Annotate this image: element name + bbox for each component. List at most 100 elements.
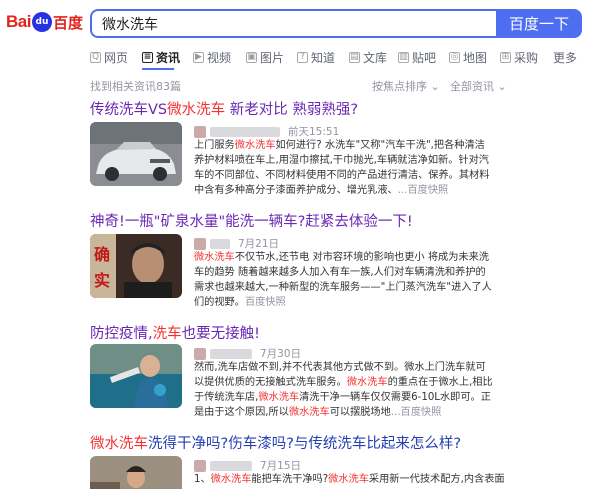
result-source: 7月15日 [194, 458, 301, 473]
tab-map[interactable]: ◎ 地图 [449, 47, 487, 67]
desc-text: 可以摆脱场地 [329, 407, 391, 418]
desc-highlight: 微水洗车 [210, 474, 252, 485]
result-item: 防控疫情,洗车也要无接触! 7月30日 然而,洗车店做不到,并不代表其他方式做不… [90, 322, 590, 418]
result-thumbnail[interactable] [90, 456, 182, 489]
result-thumbnail[interactable] [90, 122, 182, 186]
result-item: 微水洗车洗得干净吗?伤车漆吗?与传统洗车比起来怎么样? 7月15日 1、微水洗车… [90, 432, 590, 489]
tab-label: 知道 [311, 50, 336, 65]
source-name-blurred [210, 348, 252, 359]
svg-text:确: 确 [94, 245, 110, 264]
result-time: 7月21日 [238, 238, 280, 250]
tab-wenku[interactable]: ▤ 文库 [349, 47, 387, 67]
tab-label: 地图 [463, 50, 488, 65]
tab-video[interactable]: ▶ 视频 [193, 47, 231, 67]
tab-label: 图片 [260, 50, 285, 65]
snapshot-link[interactable]: ...百度快照 [391, 407, 441, 418]
title-part: 神奇!一瓶"矿泉水量"能洗一辆车?赶紧去体验一下! [90, 214, 413, 230]
desc-text: 采用新一代技术配方,内含表面 [368, 474, 505, 485]
result-title[interactable]: 神奇!一瓶"矿泉水量"能洗一辆车?赶紧去体验一下! [90, 210, 590, 231]
tab-tieba[interactable]: ▥ 贴吧 [398, 47, 436, 67]
desc-text: 上门服务 [194, 140, 235, 151]
tab-zhidao[interactable]: ? 知道 [297, 47, 335, 67]
search-tabs: Q 网页 ≡ 资讯 ▶ 视频 ▣ 图片 ? 知道 ▤ 文库 ▥ 贴吧 ◎ 地图 ⊞ 采购 更多 [0, 44, 600, 70]
filter-dropdown[interactable]: 全部资讯 ⌄ [450, 78, 507, 94]
tab-web[interactable]: Q 网页 [90, 47, 128, 67]
source-avatar [194, 237, 206, 250]
result-title[interactable]: 传统洗车VS微水洗车 新老对比 熟弱熟强? [90, 98, 590, 119]
filter-label: 全部资讯 [450, 80, 494, 93]
result-source: 前天15:51 [194, 124, 339, 139]
header: Bai du 百度 微水洗车 百度一下 [0, 0, 600, 44]
result-count: 找到相关资讯83篇 [90, 80, 181, 93]
result-time: 7月30日 [260, 348, 302, 360]
desc-highlight: 微水洗车 [234, 140, 276, 151]
source-avatar [194, 347, 206, 360]
tieba-icon: ▥ [398, 51, 409, 63]
tab-news[interactable]: ≡ 资讯 [142, 47, 180, 67]
tab-caigou[interactable]: ⊞ 采购 [500, 47, 538, 67]
active-tab-indicator [142, 68, 174, 70]
title-highlight: 洗车 [152, 326, 182, 342]
sort-label: 按焦点排序 [372, 80, 427, 93]
desc-text: 能把车洗干净吗? [251, 474, 329, 485]
search-button[interactable]: 百度一下 [496, 9, 582, 38]
tab-image[interactable]: ▣ 图片 [246, 47, 284, 67]
tab-more[interactable]: 更多 [553, 47, 577, 67]
tab-label: 视频 [207, 50, 232, 65]
result-time: 7月15日 [260, 460, 302, 472]
desc-highlight: 微水洗车 [346, 377, 388, 388]
search-query: 微水洗车 [102, 16, 158, 33]
result-title[interactable]: 防控疫情,洗车也要无接触! [90, 322, 590, 343]
title-highlight: 微水洗车 [167, 102, 226, 118]
tab-label: 文库 [363, 50, 388, 65]
zhidao-icon: ? [297, 51, 308, 63]
source-name-blurred [210, 238, 230, 249]
image-icon: ▣ [246, 51, 257, 63]
result-time: 前天15:51 [288, 126, 340, 138]
tab-label: 更多 [553, 50, 578, 65]
result-title[interactable]: 微水洗车洗得干净吗?伤车漆吗?与传统洗车比起来怎么样? [90, 432, 590, 453]
result-thumbnail[interactable] [90, 344, 182, 408]
source-avatar [194, 459, 206, 472]
desc-text: 不仅节水,还节电 对市容环境的影响也更小 将成为未来洗车的趋势 随着越来越多人加… [194, 252, 492, 308]
search-input[interactable]: 微水洗车 [90, 9, 496, 38]
title-highlight: 微水洗车 [90, 436, 148, 452]
title-part: 洗得干净吗?伤车漆吗?与传统洗车比起来怎么样? [148, 436, 462, 452]
chevron-down-icon: ⌄ [497, 80, 507, 93]
web-icon: Q [90, 51, 101, 63]
wenku-icon: ▤ [349, 51, 360, 63]
result-abstract: 微水洗车不仅节水,还节电 对市容环境的影响也更小 将成为未来洗车的趋势 随着越来… [194, 250, 494, 310]
result-abstract: 1、微水洗车能把车洗干净吗?微水洗车采用新一代技术配方,内含表面 [194, 472, 534, 487]
baidu-logo[interactable]: Bai du 百度 [6, 10, 83, 34]
video-icon: ▶ [193, 51, 204, 63]
result-abstract: 上门服务微水洗车如何进行? 水洗车"又称"汽车干洗",把各种清洁养护材料喷在车上… [194, 138, 494, 198]
result-abstract: 然而,洗车店做不到,并不代表其他方式做不到。微水上门洗车就可以提供优质的无接触式… [194, 360, 494, 420]
title-part: 也要无接触! [181, 326, 260, 342]
svg-text:实: 实 [94, 271, 110, 290]
snapshot-link[interactable]: 百度快照 [245, 297, 286, 308]
desc-highlight: 微水洗车 [288, 407, 330, 418]
desc-highlight: 微水洗车 [328, 474, 369, 485]
tab-label: 贴吧 [412, 50, 437, 65]
result-thumbnail[interactable]: 确 实 [90, 234, 182, 298]
paw-icon: du [31, 12, 52, 32]
tab-label: 采购 [514, 50, 539, 65]
title-part: 传统洗车VS [90, 102, 168, 118]
result-source: 7月21日 [194, 236, 279, 251]
result-item: 神奇!一瓶"矿泉水量"能洗一辆车?赶紧去体验一下! 确 实 7月21日 微水洗车… [90, 210, 590, 308]
sort-dropdown[interactable]: 按焦点排序 ⌄ [372, 78, 440, 94]
snapshot-link[interactable]: ...百度快照 [398, 185, 448, 196]
map-icon: ◎ [449, 51, 460, 63]
desc-text: 1、 [194, 474, 211, 485]
result-item: 传统洗车VS微水洗车 新老对比 熟弱熟强? 前天15:51 上门服务微水洗车如何… [90, 98, 590, 196]
title-part: 防控疫情, [90, 326, 153, 342]
desc-highlight: 微水洗车 [194, 252, 235, 263]
source-avatar [194, 125, 206, 138]
logo-text: Bai [6, 12, 31, 31]
logo-cn: 百度 [52, 13, 83, 32]
news-icon: ≡ [142, 51, 153, 63]
result-source: 7月30日 [194, 346, 301, 361]
caigou-icon: ⊞ [500, 51, 511, 63]
desc-highlight: 微水洗车 [258, 392, 300, 403]
source-name-blurred [210, 460, 252, 471]
